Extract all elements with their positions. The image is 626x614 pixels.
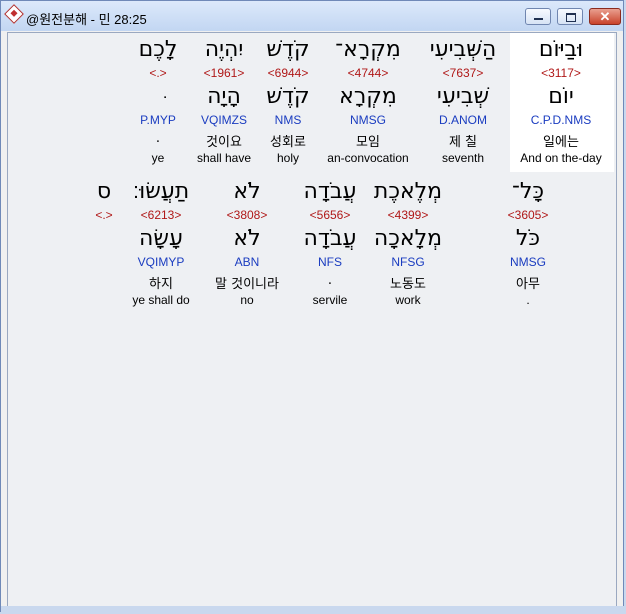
- korean-gloss: 모임: [356, 135, 380, 150]
- app-icon[interactable]: [4, 4, 24, 24]
- english-gloss: servile: [312, 293, 348, 307]
- strong-number: <.>: [149, 66, 167, 80]
- strong-number: <6944>: [267, 66, 309, 80]
- hebrew-lemma: עֲבֹדָה: [303, 226, 357, 251]
- strong-number: <6213>: [140, 208, 182, 222]
- strong-number: <.>: [95, 208, 113, 222]
- korean-gloss: 것이요: [206, 135, 242, 150]
- strong-number: <7637>: [442, 66, 484, 80]
- window-title: @원전분해 - 민 28:25: [26, 12, 147, 27]
- morphology-code: ABN: [234, 255, 260, 269]
- maximize-icon: [558, 9, 582, 24]
- strong-number: <3808>: [226, 208, 268, 222]
- korean-gloss: 아무: [516, 277, 540, 292]
- hebrew-word: הַשְּׁבִיעִי: [429, 37, 497, 62]
- minimize-icon: [526, 9, 550, 24]
- strong-number: <5656>: [309, 208, 351, 222]
- english-gloss: seventh: [441, 151, 485, 165]
- morphology-code: NMS: [274, 113, 302, 127]
- hebrew-lemma: כֹּל: [515, 226, 541, 251]
- hebrew-word: עֲבֹדָה: [303, 179, 357, 204]
- korean-gloss: .: [155, 131, 161, 146]
- close-button[interactable]: ✕: [589, 8, 621, 25]
- english-gloss: ye shall do: [132, 293, 190, 307]
- morphology-code: C.P.D.NMS: [530, 113, 592, 127]
- morphology-code: VQIMYP: [137, 255, 185, 269]
- hebrew-lemma: יוֹם: [548, 84, 574, 109]
- english-gloss: holy: [276, 151, 299, 165]
- strong-number: <4744>: [347, 66, 389, 80]
- maximize-button[interactable]: [557, 8, 583, 25]
- morphology-code: NFSG: [391, 255, 425, 269]
- hebrew-word: כָּל־: [511, 179, 545, 204]
- korean-gloss: 일에는: [543, 135, 579, 150]
- english-gloss: an-convocation: [327, 151, 409, 165]
- english-gloss: .: [526, 293, 530, 307]
- close-icon: ✕: [599, 9, 611, 24]
- strong-number: <1961>: [203, 66, 245, 80]
- morphology-code: NFS: [318, 255, 342, 269]
- app-window: @원전분해 - 민 28:25 ✕ וּבַיּוֹם <3117> יוֹם …: [0, 0, 625, 613]
- morphology-code: P.MYP: [140, 113, 176, 127]
- korean-gloss: 성회로: [270, 135, 306, 150]
- strong-number: <3117>: [541, 66, 581, 80]
- title-bar[interactable]: @원전분해 - 민 28:25 ✕: [1, 1, 623, 31]
- morphology-code: D.ANOM: [439, 113, 487, 127]
- korean-gloss: 말 것이니라: [215, 277, 279, 292]
- hebrew-word: קֹדֶשׁ: [266, 37, 310, 62]
- window-bottom-border: [1, 606, 625, 613]
- hebrew-lemma: הָיָה: [207, 84, 241, 109]
- hebrew-word: וּבַיּוֹם: [538, 37, 584, 62]
- strong-number: <3605>: [507, 208, 549, 222]
- hebrew-word: מְלֶאכֶת: [373, 179, 443, 204]
- english-gloss: ye: [151, 151, 165, 165]
- english-gloss: shall have: [196, 151, 252, 165]
- hebrew-lemma: קֹדֶשׁ: [266, 84, 310, 109]
- korean-gloss: 노동도: [390, 277, 426, 292]
- hebrew-lemma: מְלָאכָה: [373, 226, 443, 251]
- strong-number: <4399>: [387, 208, 429, 222]
- hebrew-lemma: שְׁבִיעִי: [436, 84, 490, 109]
- hebrew-word: ס: [96, 179, 112, 204]
- korean-gloss: .: [327, 273, 333, 288]
- hebrew-word: לֹא: [233, 179, 261, 204]
- hebrew-word: תַעֲשׂוּ׃: [132, 179, 190, 204]
- korean-gloss: 제 칠: [448, 135, 478, 150]
- english-gloss: no: [240, 293, 254, 307]
- korean-gloss: 하지: [149, 277, 173, 292]
- hebrew-lemma: לֹא: [233, 226, 261, 251]
- morphology-code: NMSG: [510, 255, 546, 269]
- hebrew-lemma: עָשָׂה: [139, 226, 183, 251]
- hebrew-word: מִקְרָא־: [335, 37, 401, 62]
- hebrew-lemma: מִקְרָא: [339, 84, 397, 109]
- english-gloss: work: [395, 293, 421, 307]
- hebrew-word: יִהְיֶה: [204, 37, 244, 62]
- minimize-button[interactable]: [525, 8, 551, 25]
- hebrew-word: לָכֶם: [138, 37, 178, 62]
- morphology-code: NMSG: [350, 113, 386, 127]
- interlinear-pane[interactable]: וּבַיּוֹם <3117> יוֹם C.P.D.NMS 일에는 And …: [7, 32, 617, 607]
- english-gloss: And on the-day: [520, 151, 602, 165]
- morphology-code: VQIMZS: [200, 113, 247, 127]
- hebrew-lemma: ּ: [128, 84, 188, 109]
